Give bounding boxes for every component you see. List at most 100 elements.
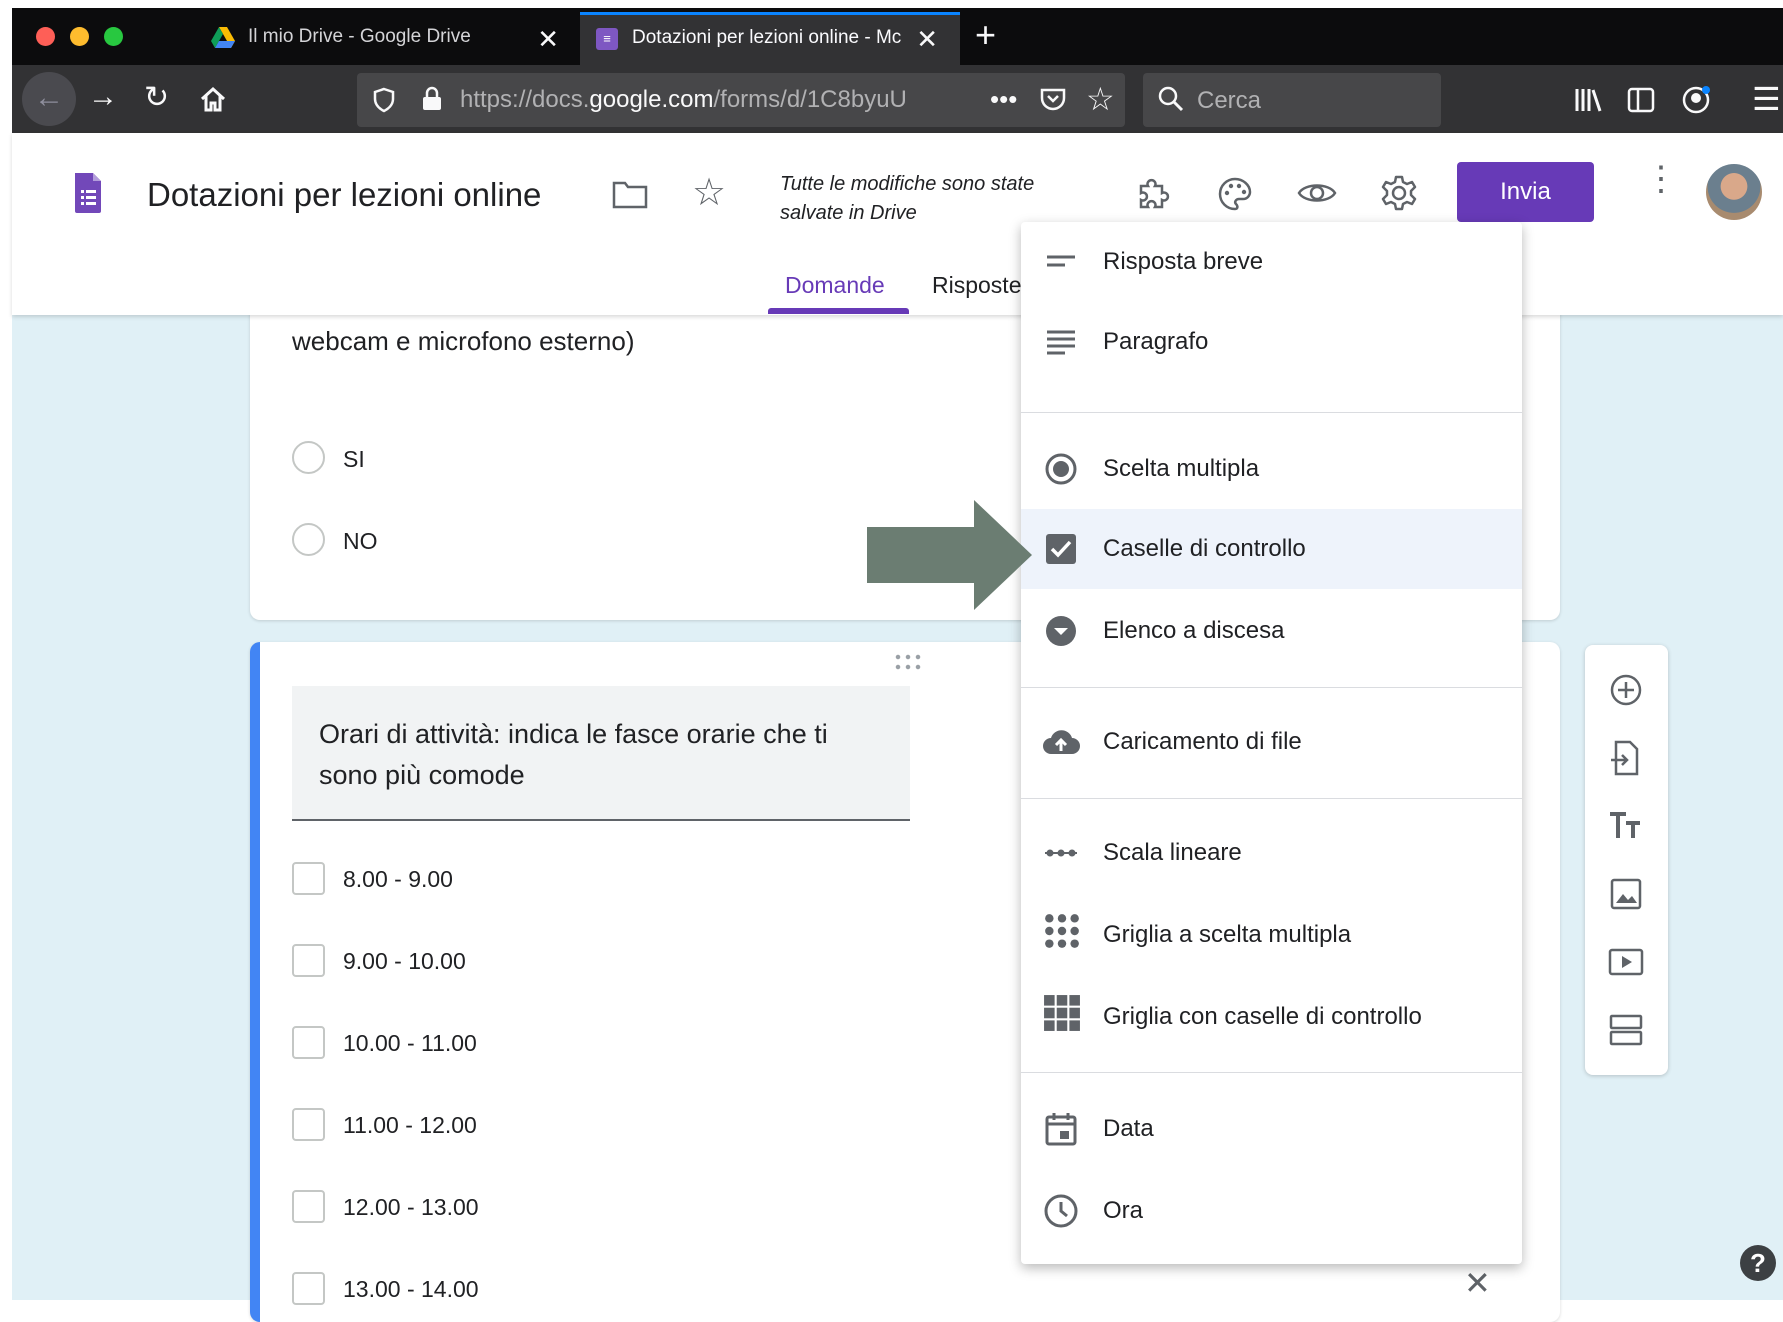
checkbox-option[interactable]	[292, 944, 325, 977]
radio-button-icon	[1045, 453, 1077, 485]
zoom-window-button[interactable]	[104, 27, 123, 46]
more-options-icon[interactable]: ⋮	[1644, 162, 1678, 196]
radio-option[interactable]	[292, 441, 325, 474]
close-window-button[interactable]	[36, 27, 55, 46]
menu-item-time[interactable]: Ora	[1021, 1171, 1522, 1251]
menu-icon[interactable]: ☰	[1752, 80, 1781, 118]
add-question-icon[interactable]	[1607, 671, 1645, 709]
option-label: SI	[343, 446, 365, 472]
question-toolbar	[1585, 645, 1668, 1075]
send-button[interactable]: Invia	[1457, 162, 1594, 222]
account-icon[interactable]	[1681, 85, 1711, 115]
avatar[interactable]	[1706, 164, 1762, 220]
document-title[interactable]: Dotazioni per lezioni online	[147, 176, 541, 214]
folder-icon[interactable]	[612, 180, 648, 210]
screen: Il mio Drive - Google Drive ✕ ≡ Dotazion…	[0, 0, 1783, 1322]
import-questions-icon[interactable]	[1607, 739, 1645, 777]
menu-item-label: Caricamento di file	[1103, 728, 1302, 755]
option-label: 12.00 - 13.00	[343, 1194, 479, 1220]
google-forms-icon[interactable]	[73, 173, 103, 213]
close-tab-icon[interactable]: ✕	[537, 24, 559, 55]
add-image-icon[interactable]	[1607, 875, 1645, 913]
question-title: webcam e microfono esterno)	[292, 326, 635, 356]
palette-icon[interactable]	[1217, 176, 1253, 212]
add-title-icon[interactable]	[1607, 807, 1645, 845]
tab-responses[interactable]: Risposte	[932, 272, 1022, 299]
calendar-icon	[1045, 1113, 1077, 1146]
settings-gear-icon[interactable]	[1380, 174, 1418, 212]
option-label: 8.00 - 9.00	[343, 866, 453, 892]
url-text[interactable]: https://docs.google.com/forms/d/1C8byuU	[460, 86, 930, 114]
tab-label: Il mio Drive - Google Drive	[248, 26, 471, 47]
star-icon[interactable]: ☆	[692, 170, 726, 215]
search-placeholder: Cerca	[1197, 87, 1262, 114]
option-label: NO	[343, 528, 378, 554]
menu-item-paragraph[interactable]: Paragrafo	[1021, 302, 1522, 382]
remove-option-icon[interactable]: ✕	[1464, 1264, 1491, 1302]
url-prefix: https://docs.	[460, 86, 590, 113]
tab-questions[interactable]: Domande	[785, 272, 885, 299]
menu-item-multiple-choice[interactable]: Scelta multipla	[1021, 429, 1522, 509]
checkbox-option[interactable]	[292, 1190, 325, 1223]
drag-handle-icon[interactable]	[893, 652, 923, 672]
menu-item-label: Griglia con caselle di controllo	[1103, 1003, 1422, 1030]
help-icon[interactable]: ?	[1740, 1245, 1776, 1281]
add-video-icon[interactable]	[1607, 943, 1645, 981]
preview-eye-icon[interactable]	[1297, 178, 1337, 208]
menu-item-label: Elenco a discesa	[1103, 617, 1285, 644]
addons-puzzle-icon[interactable]	[1135, 176, 1171, 212]
lock-icon[interactable]	[421, 86, 443, 112]
checkbox-option[interactable]	[292, 862, 325, 895]
linear-scale-icon	[1045, 849, 1077, 857]
bookmark-star-icon[interactable]: ☆	[1086, 80, 1115, 118]
question-type-menu: Risposta breve Paragrafo Scelta multipla…	[1021, 222, 1522, 1264]
checkbox-option[interactable]	[292, 1108, 325, 1141]
checkbox-grid-icon	[1044, 995, 1080, 1031]
url-domain: google.com	[589, 86, 714, 113]
dropdown-icon	[1046, 616, 1076, 646]
question-title: Orari di attività: indica le fasce orari…	[319, 719, 828, 790]
menu-item-checkbox-grid[interactable]: Griglia con caselle di controllo	[1021, 977, 1522, 1057]
checkbox-option[interactable]	[292, 1272, 325, 1305]
home-icon[interactable]	[198, 84, 228, 114]
pocket-icon[interactable]	[1039, 87, 1067, 113]
new-tab-button[interactable]: +	[975, 14, 996, 56]
sidebar-toggle-icon[interactable]	[1627, 87, 1655, 113]
page-actions-icon[interactable]: •••	[990, 84, 1017, 115]
close-tab-icon[interactable]: ✕	[916, 24, 938, 55]
menu-item-date[interactable]: Data	[1021, 1089, 1522, 1169]
menu-item-label: Paragrafo	[1103, 328, 1209, 355]
google-forms-tab-icon: ≡	[596, 28, 618, 50]
url-path: /forms/d/1C8byuU	[713, 86, 907, 113]
minimize-window-button[interactable]	[70, 27, 89, 46]
menu-item-label: Scala lineare	[1103, 839, 1242, 866]
menu-item-linear-scale[interactable]: Scala lineare	[1021, 813, 1522, 893]
radio-option[interactable]	[292, 523, 325, 556]
checkbox-option[interactable]	[292, 1026, 325, 1059]
add-section-icon[interactable]	[1607, 1011, 1645, 1049]
back-button[interactable]: ←	[22, 72, 76, 126]
clock-icon	[1044, 1194, 1078, 1228]
menu-item-short-answer[interactable]: Risposta breve	[1021, 222, 1522, 302]
shield-icon[interactable]	[372, 87, 396, 113]
forward-button[interactable]: →	[88, 80, 118, 114]
menu-item-file-upload[interactable]: Caricamento di file	[1021, 702, 1522, 782]
menu-item-multiple-choice-grid[interactable]: Griglia a scelta multipla	[1021, 895, 1522, 975]
checkbox-icon	[1046, 534, 1076, 564]
menu-item-checkboxes[interactable]: Caselle di controllo	[1021, 509, 1522, 589]
short-text-icon	[1047, 255, 1075, 267]
tab-forms[interactable]: ≡ Dotazioni per lezioni online - Mc ✕	[580, 12, 960, 65]
menu-item-label: Griglia a scelta multipla	[1103, 921, 1352, 948]
library-icon[interactable]	[1573, 86, 1603, 114]
reload-button[interactable]: ↻	[144, 80, 169, 115]
cloud-upload-icon	[1043, 730, 1080, 754]
menu-divider	[1021, 1072, 1522, 1073]
active-tab-indicator	[768, 308, 909, 314]
menu-divider	[1021, 798, 1522, 799]
menu-item-label: Data	[1103, 1115, 1154, 1142]
menu-item-label: Caselle di controllo	[1103, 535, 1306, 562]
tab-google-drive[interactable]: Il mio Drive - Google Drive ✕	[196, 12, 581, 65]
menu-item-dropdown[interactable]: Elenco a discesa	[1021, 591, 1522, 671]
search-bar[interactable]: Cerca	[1143, 73, 1441, 127]
paragraph-icon	[1047, 330, 1075, 355]
